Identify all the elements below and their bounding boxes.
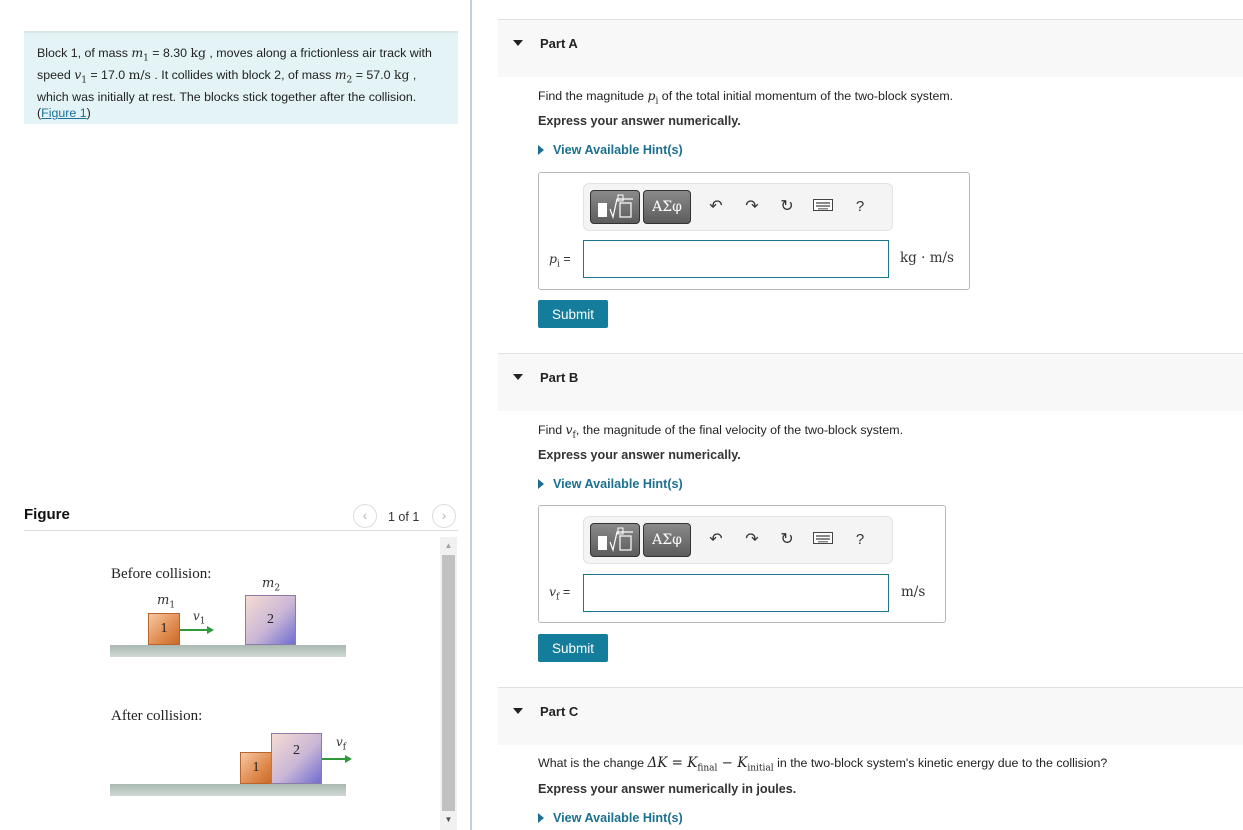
fraction-root-template-icon bbox=[598, 527, 633, 553]
redo-icon[interactable]: ↷ bbox=[741, 196, 763, 218]
part-a-hint-toggle[interactable]: View Available Hint(s) bbox=[538, 143, 683, 157]
unit-ms: m/s bbox=[128, 66, 151, 82]
undo-icon[interactable]: ↶ bbox=[705, 529, 727, 551]
unit-kg: kg bbox=[190, 45, 206, 60]
problem-statement: Block 1, of mass m1 = 8.30 kg , moves al… bbox=[24, 31, 458, 124]
m1-label: m1 bbox=[157, 593, 176, 611]
keyboard-icon[interactable] bbox=[812, 529, 834, 551]
part-c-header[interactable]: Part C bbox=[498, 687, 1243, 745]
part-a-answer-box: ΑΣφ ↶ ↷ ↻ ? pi = kg · m/s bbox=[538, 172, 970, 290]
chevron-left-icon: ‹ bbox=[362, 507, 368, 523]
scrollbar-thumb[interactable] bbox=[442, 555, 455, 811]
part-a-unit: kg · m/s bbox=[900, 250, 954, 266]
part-b-header[interactable]: Part B bbox=[498, 353, 1243, 411]
left-pane: Block 1, of mass m1 = 8.30 kg , moves al… bbox=[0, 0, 471, 830]
velocity-arrow-v1 bbox=[180, 626, 214, 634]
help-button[interactable]: ? bbox=[849, 196, 871, 218]
figure-prev-button[interactable]: ‹ bbox=[353, 504, 377, 528]
v1-value: = 17.0 bbox=[86, 67, 129, 82]
m2-label: m2 bbox=[262, 576, 281, 594]
part-a-question: Find the magnitude pi of the total initi… bbox=[538, 88, 954, 107]
templates-button[interactable] bbox=[590, 190, 640, 224]
caret-right-icon bbox=[538, 145, 544, 155]
redo-icon[interactable]: ↷ bbox=[741, 529, 763, 551]
caret-down-icon bbox=[513, 374, 523, 380]
part-b-answer-input[interactable] bbox=[583, 574, 889, 612]
fraction-root-template-icon bbox=[598, 194, 633, 220]
part-a-header[interactable]: Part A bbox=[498, 19, 1243, 77]
part-a-answer-input[interactable] bbox=[583, 240, 889, 278]
block-2-after: 2 bbox=[271, 733, 322, 784]
part-a-instruction: Express your answer numerically. bbox=[538, 114, 741, 128]
chevron-right-icon: › bbox=[441, 507, 447, 523]
part-c-hint-toggle[interactable]: View Available Hint(s) bbox=[538, 811, 683, 825]
unit-kg: kg bbox=[393, 66, 410, 82]
v1-symbol: v1 bbox=[74, 66, 87, 86]
part-b-title: Part B bbox=[540, 370, 579, 385]
figure-link[interactable]: Figure 1 bbox=[41, 106, 86, 120]
scroll-down-arrow-icon[interactable]: ▼ bbox=[440, 811, 457, 828]
reset-icon[interactable]: ↻ bbox=[776, 529, 798, 551]
block-1-after: 1 bbox=[240, 752, 272, 784]
part-b-hint-toggle[interactable]: View Available Hint(s) bbox=[538, 477, 683, 491]
caret-right-icon bbox=[538, 479, 544, 489]
m1-symbol: m1 bbox=[131, 45, 149, 64]
part-b-answer-label: vf = bbox=[549, 584, 571, 603]
m2-value: = 57.0 bbox=[352, 67, 394, 82]
greek-symbols-button[interactable]: ΑΣφ bbox=[643, 190, 691, 224]
air-track bbox=[110, 784, 346, 796]
caret-right-icon bbox=[538, 813, 544, 823]
templates-button[interactable] bbox=[590, 523, 640, 557]
figure-scrollbar[interactable]: ▲ ▼ bbox=[440, 537, 457, 830]
caret-down-icon bbox=[513, 708, 523, 714]
part-a-title: Part A bbox=[540, 36, 578, 51]
air-track bbox=[110, 645, 346, 657]
figure-title: Figure bbox=[24, 506, 70, 523]
right-pane: Part A Find the magnitude pi of the tota… bbox=[472, 0, 1243, 830]
m1-value: = 8.30 bbox=[148, 46, 191, 60]
figure-next-button[interactable]: › bbox=[432, 504, 456, 528]
part-a-submit-button[interactable]: Submit bbox=[538, 300, 608, 328]
part-b-question: Find vf, the magnitude of the final velo… bbox=[538, 422, 904, 441]
figure-image: Before collision: m2 m1 v1 1 2 After col… bbox=[24, 540, 439, 830]
after-collision-label: After collision: bbox=[111, 708, 203, 724]
problem-text: ) bbox=[86, 106, 91, 121]
part-b-answer-box: ΑΣφ ↶ ↷ ↻ ? vf = m/s bbox=[538, 505, 946, 623]
part-b-submit-button[interactable]: Submit bbox=[538, 634, 608, 662]
greek-symbols-button[interactable]: ΑΣφ bbox=[643, 523, 691, 557]
keyboard-icon[interactable] bbox=[812, 196, 834, 218]
problem-text: . It collides with block 2, of mass bbox=[150, 67, 335, 82]
part-c-title: Part C bbox=[540, 704, 579, 719]
help-button[interactable]: ? bbox=[849, 529, 871, 551]
figure-header: Figure ‹ 1 of 1 › bbox=[24, 504, 458, 531]
velocity-arrow-vf bbox=[322, 755, 352, 763]
undo-icon[interactable]: ↶ bbox=[705, 196, 727, 218]
before-collision-label: Before collision: bbox=[111, 566, 212, 582]
m2-symbol: m2 bbox=[334, 66, 353, 86]
block-1: 1 bbox=[148, 613, 180, 645]
vf-label: vf bbox=[336, 735, 347, 753]
part-b-unit: m/s bbox=[901, 584, 926, 600]
math-toolbar: ΑΣφ ↶ ↷ ↻ ? bbox=[583, 183, 893, 231]
scroll-up-arrow-icon[interactable]: ▲ bbox=[440, 537, 457, 554]
part-b-instruction: Express your answer numerically. bbox=[538, 448, 741, 462]
reset-icon[interactable]: ↻ bbox=[776, 196, 798, 218]
part-a-answer-label: pi = bbox=[549, 251, 571, 270]
caret-down-icon bbox=[513, 40, 523, 46]
block-2: 2 bbox=[245, 595, 296, 645]
figure-pager-text: 1 of 1 bbox=[388, 510, 420, 524]
part-c-instruction: Express your answer numerically in joule… bbox=[538, 782, 797, 796]
math-toolbar: ΑΣφ ↶ ↷ ↻ ? bbox=[583, 516, 893, 564]
v1-label: v1 bbox=[193, 609, 206, 627]
problem-text: Block 1, of mass bbox=[37, 46, 132, 60]
part-c-question: What is the change ΔK = Kfinal − Kinitia… bbox=[538, 755, 1108, 774]
